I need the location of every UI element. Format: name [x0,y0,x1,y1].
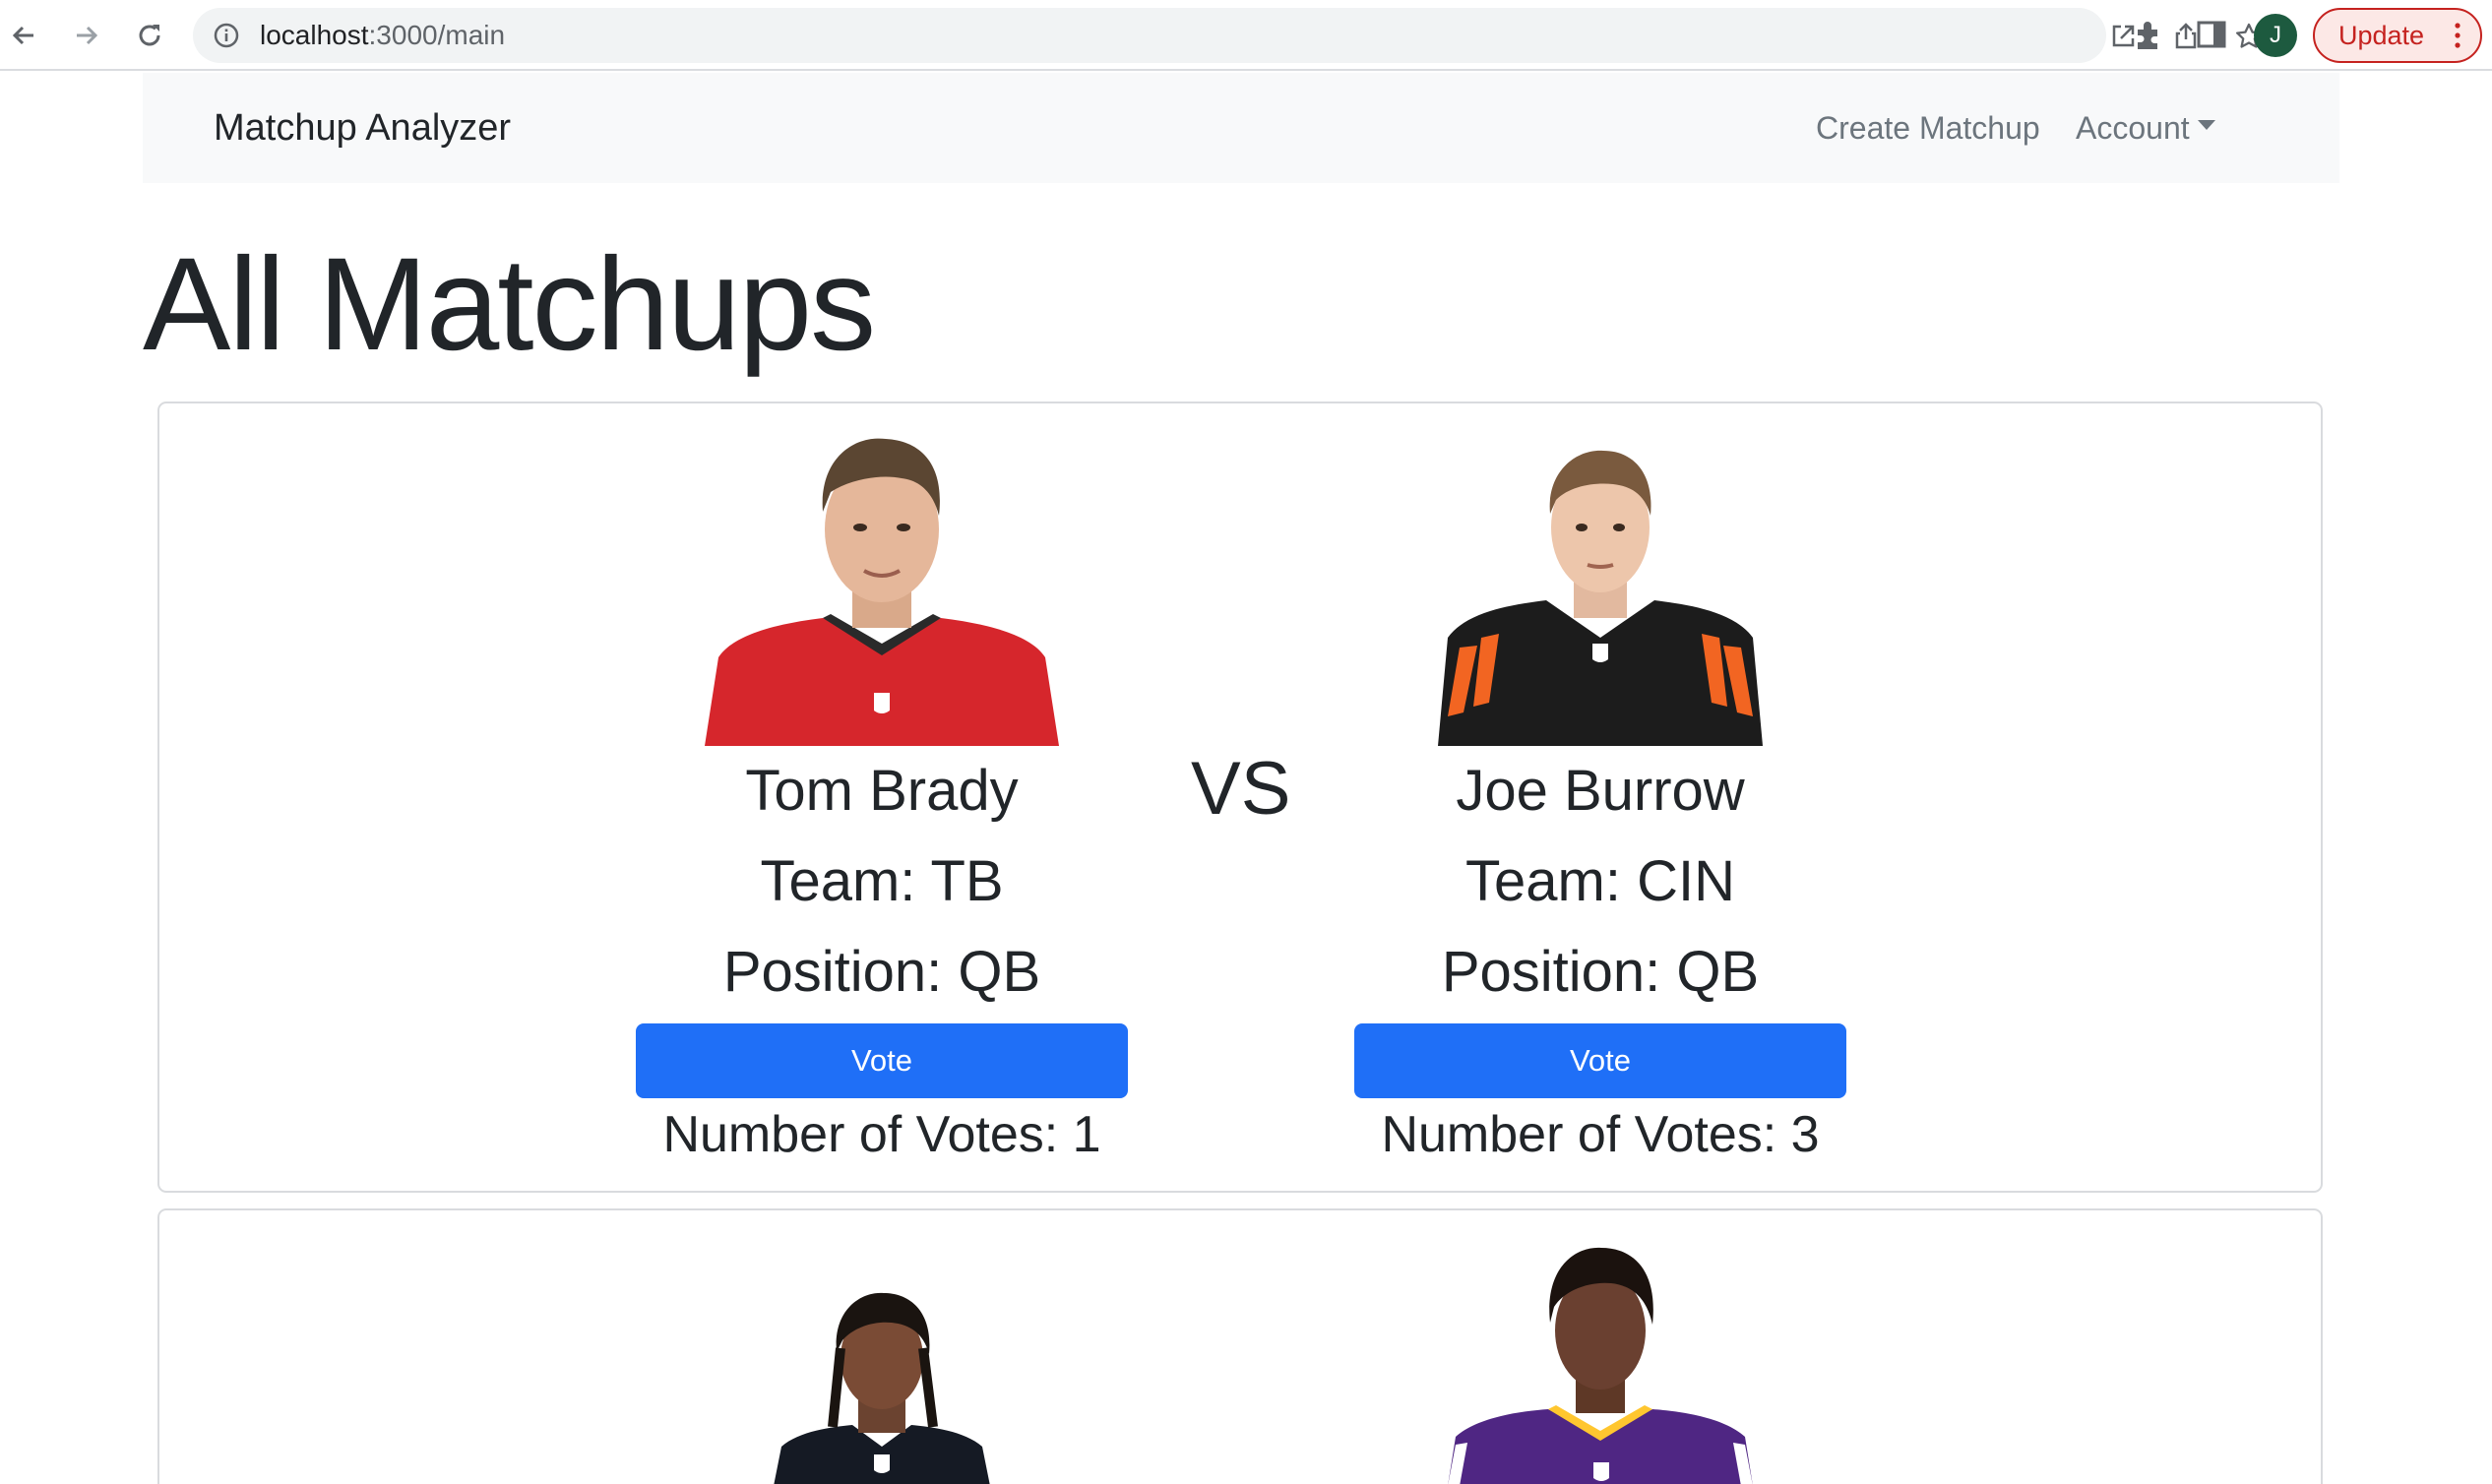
create-matchup-link[interactable]: Create Matchup [1816,73,2040,183]
player-photo [774,1292,990,1484]
vote-button[interactable]: Vote [636,1023,1128,1098]
reload-icon [139,25,160,46]
arrow-left-icon [12,26,33,45]
info-icon [214,23,239,48]
brand-link[interactable]: Matchup Analyzer [214,73,511,183]
player-left [636,1289,1128,1484]
player-photo [705,438,1059,746]
player-right: Joe Burrow Team: CIN Position: QB Vote N… [1354,421,1846,1171]
matchup-card: Tom Brady Team: TB Position: QB Vote Num… [157,402,2323,1193]
browser-toolbar: localhost:3000/main J Update [0,0,2492,71]
update-button[interactable]: Update [2313,8,2482,63]
player-photo [1438,450,1763,746]
player-team: Team: CIN [1465,849,1735,913]
player-name: Joe Burrow [1456,759,1745,823]
address-bar[interactable]: localhost:3000/main [193,8,2262,63]
vote-button[interactable]: Vote [1354,1023,1846,1098]
account-dropdown[interactable]: Account [2076,73,2215,183]
player-left: Tom Brady Team: TB Position: QB Vote Num… [636,421,1128,1171]
player-right [1354,1240,1846,1484]
more-vert-icon [2455,23,2461,48]
reload-button[interactable] [126,12,173,59]
vote-count: Number of Votes: 3 [1381,1106,1820,1163]
back-button[interactable] [0,12,47,59]
vs-label: VS [1191,747,1291,831]
page-title: All Matchups [143,231,876,378]
vote-count: Number of Votes: 1 [662,1106,1101,1163]
player-position: Position: QB [722,940,1041,1004]
side-panel-icon[interactable] [2195,18,2228,51]
app-navbar: Matchup Analyzer Create Matchup Account [143,73,2339,183]
player-position: Position: QB [1441,940,1760,1004]
player-name: Tom Brady [745,759,1019,823]
profile-avatar[interactable]: J [2254,14,2297,57]
matchup-card [157,1208,2323,1484]
player-photo [1448,1247,1753,1484]
player-team: Team: TB [760,849,1004,913]
extensions-icon[interactable] [2132,18,2165,51]
url-text: localhost:3000/main [260,20,506,50]
forward-button[interactable] [63,12,110,59]
arrow-right-icon [77,26,98,45]
caret-down-icon [2197,119,2215,130]
